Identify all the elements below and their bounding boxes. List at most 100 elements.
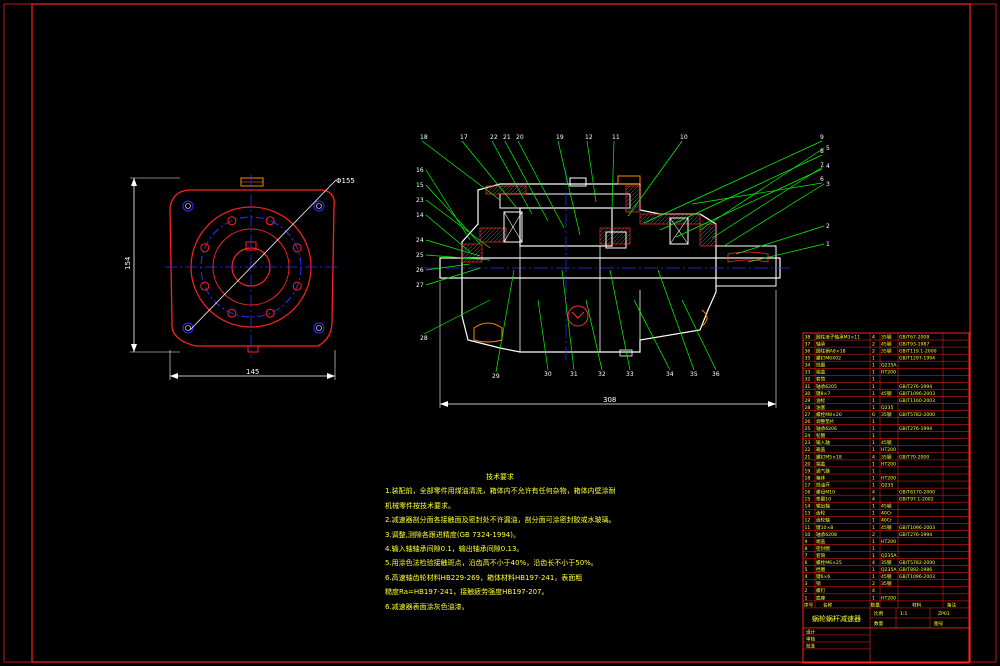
table-cell-name: 挡圈 <box>816 362 826 369</box>
table-cell-name: 螺栓M8×20 <box>816 411 842 418</box>
table-cell-name: 底座 <box>816 594 826 601</box>
hatch-line <box>639 213 645 219</box>
callout-label: 32 <box>598 371 606 378</box>
table-cell-name: 密封圈 <box>816 545 830 552</box>
table-cell-material: HT200 <box>881 539 896 545</box>
hatch-line <box>599 227 605 233</box>
table-header-qty: 数量 <box>871 601 881 608</box>
callout-leader <box>627 140 683 217</box>
title-block: 38 圆柱滚子轴承M3×11 4 35钢 GB/T67-200837 轴承 2 45钢 GB/T… <box>802 332 970 664</box>
callout-label: 31 <box>570 371 578 378</box>
hatch-line <box>649 213 661 225</box>
note-line: 6.高速轴齿轮材料HB229-269，箱体材料HB197-241，表面粗 <box>385 573 583 582</box>
callout-label: 14 <box>416 212 424 219</box>
table-cell-material: 35钢 <box>881 348 892 355</box>
note-line: 3.调整,测隙各跟进精度(GB 7324-1994)。 <box>385 530 520 539</box>
callout-leader <box>711 165 825 239</box>
table-cell-name: 垫圈10 <box>816 496 831 503</box>
hatch-line <box>625 195 641 211</box>
table-cell-qty: 1 <box>872 391 875 397</box>
scale-value: 1:1 <box>900 611 907 617</box>
table-cell-no: 32 <box>805 377 811 383</box>
table-cell-material: 45钢 <box>881 390 892 397</box>
callout-label: 33 <box>626 371 634 378</box>
table-cell-qty: 1 <box>872 461 875 467</box>
hatch-line <box>625 185 631 191</box>
table-cell-qty: 4 <box>872 334 875 340</box>
hatch-line <box>639 213 649 223</box>
table-cell-name: 油塞 <box>816 404 826 411</box>
table-cell-no: 36 <box>805 349 811 355</box>
notes-title: 技术要求 <box>486 473 514 481</box>
table-cell-material: Q235A <box>881 553 897 559</box>
table-cell-no: 38 <box>805 334 811 340</box>
callout-label: 26 <box>416 267 424 274</box>
callout-leader <box>681 299 717 371</box>
pitch-hole <box>265 216 275 226</box>
callout-leader <box>691 182 823 205</box>
table-cell-material: Q235A <box>881 567 897 573</box>
hatch-line <box>599 227 617 245</box>
table-cell-name: 油标 <box>816 397 826 404</box>
corner-hole-tr <box>313 200 325 212</box>
table-cell-no: 3 <box>805 581 808 587</box>
table-cell-qty: 1 <box>872 398 875 404</box>
scale-label: 比例 <box>874 610 884 617</box>
table-cell-no: 26 <box>805 419 811 425</box>
table-cell-standard: GB/T1096-2003 <box>899 574 935 580</box>
table-cell-name: 挡油环 <box>816 481 830 488</box>
table-cell-material: 35钢 <box>881 453 892 460</box>
qty-label: 数量 <box>874 620 884 627</box>
table-cell-name: 箱体 <box>816 474 826 481</box>
signature-label: 批准 <box>806 642 816 649</box>
table-cell-qty: 1 <box>872 419 875 425</box>
table-cell-material: 45钢 <box>881 573 892 580</box>
table-cell-no: 9 <box>805 539 808 545</box>
hatch-line <box>493 185 503 195</box>
table-cell-qty: 1 <box>872 574 875 580</box>
table-cell-no: 23 <box>805 440 811 446</box>
callout-label: 3 <box>826 181 830 188</box>
note-line: 2.减速器剖分面各接触面及密封处不许漏油，剖分面可涂密封胶或水玻璃。 <box>385 516 615 525</box>
callout-label: 29 <box>492 373 500 380</box>
hatch-line <box>699 223 717 241</box>
signature-label: 审核 <box>806 635 816 642</box>
callout-label: 36 <box>712 371 720 378</box>
callout-leader <box>491 140 533 215</box>
table-cell-no: 20 <box>805 461 811 467</box>
table-cell-material: 40Cr <box>881 511 892 517</box>
table-cell-material: 35钢 <box>881 559 892 566</box>
hatch-line <box>501 185 511 195</box>
table-cell-name: 端盖 <box>816 369 826 376</box>
table-cell-qty: 2 <box>872 581 875 587</box>
table-cell-standard: GB/T1160-2003 <box>899 398 935 404</box>
table-cell-material: 35钢 <box>881 333 892 340</box>
hatch-line <box>619 233 631 245</box>
table-cell-name: 通气器 <box>816 467 830 474</box>
hatch-line <box>699 227 717 245</box>
table-cell-material: HT200 <box>881 461 896 467</box>
callout-leader <box>659 154 823 231</box>
table-cell-qty: 2 <box>872 532 875 538</box>
table-cell-name: 输出轴 <box>816 503 830 510</box>
table-cell-no: 16 <box>805 490 811 496</box>
table-cell-material: HT200 <box>881 595 896 601</box>
table-cell-standard: GB/T97.1-2002 <box>899 497 934 503</box>
callout-label: 19 <box>556 134 564 141</box>
end-view: Φ155 154 145 <box>124 175 355 380</box>
note-line: 4.输入轴轴承间隙0.1，输出轴承间隙0.13。 <box>385 545 524 554</box>
table-cell-no: 34 <box>805 363 811 369</box>
table-cell-no: 1 <box>805 595 808 601</box>
table-cell-qty: 6 <box>872 412 875 418</box>
table-cell-name: 轴承6208 <box>816 531 837 538</box>
callout-leader <box>586 140 597 203</box>
dim-length-text: 308 <box>603 396 616 404</box>
table-cell-qty: 4 <box>872 497 875 503</box>
table-cell-qty: 1 <box>872 433 875 439</box>
end-view-housing <box>169 189 335 347</box>
table-cell-name: 圆柱滚子轴承M3×11 <box>816 333 860 340</box>
table-cell-standard: GB/T93-1987 <box>899 341 929 347</box>
dim-circle-text: Φ155 <box>336 177 355 185</box>
shaft-keyway <box>727 251 769 263</box>
table-cell-no: 30 <box>805 391 811 397</box>
